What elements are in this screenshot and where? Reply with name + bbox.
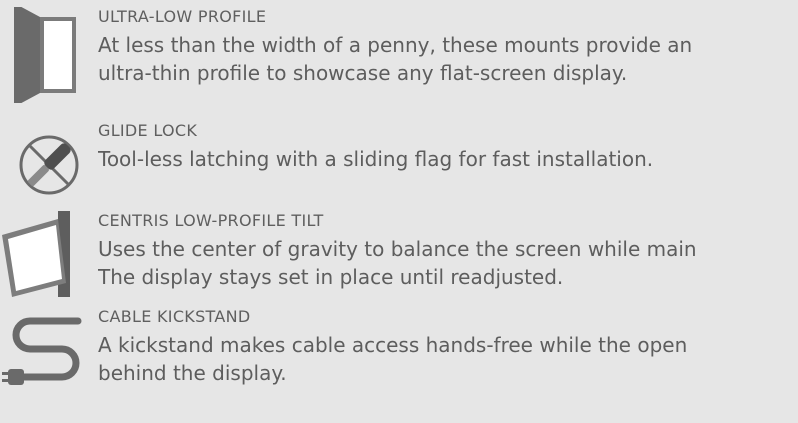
cable-kickstand-icon (0, 307, 96, 403)
feature-title: CABLE KICKSTAND (98, 307, 251, 326)
feature-title: ULTRA-LOW PROFILE (98, 7, 267, 26)
feature-description: At less than the width of a penny, these… (98, 33, 693, 85)
feature-description: Uses the center of gravity to balance th… (98, 237, 697, 289)
feature-title: CENTRIS LOW-PROFILE TILT (98, 211, 324, 230)
feature-description: A kickstand makes cable access hands-fre… (98, 333, 688, 385)
tilt-icon (0, 211, 96, 307)
ultra-low-profile-icon (0, 7, 96, 103)
feature-description: Tool-less latching with a sliding flag f… (98, 147, 654, 171)
glide-lock-icon (0, 121, 96, 217)
feature-title: GLIDE LOCK (98, 121, 198, 140)
